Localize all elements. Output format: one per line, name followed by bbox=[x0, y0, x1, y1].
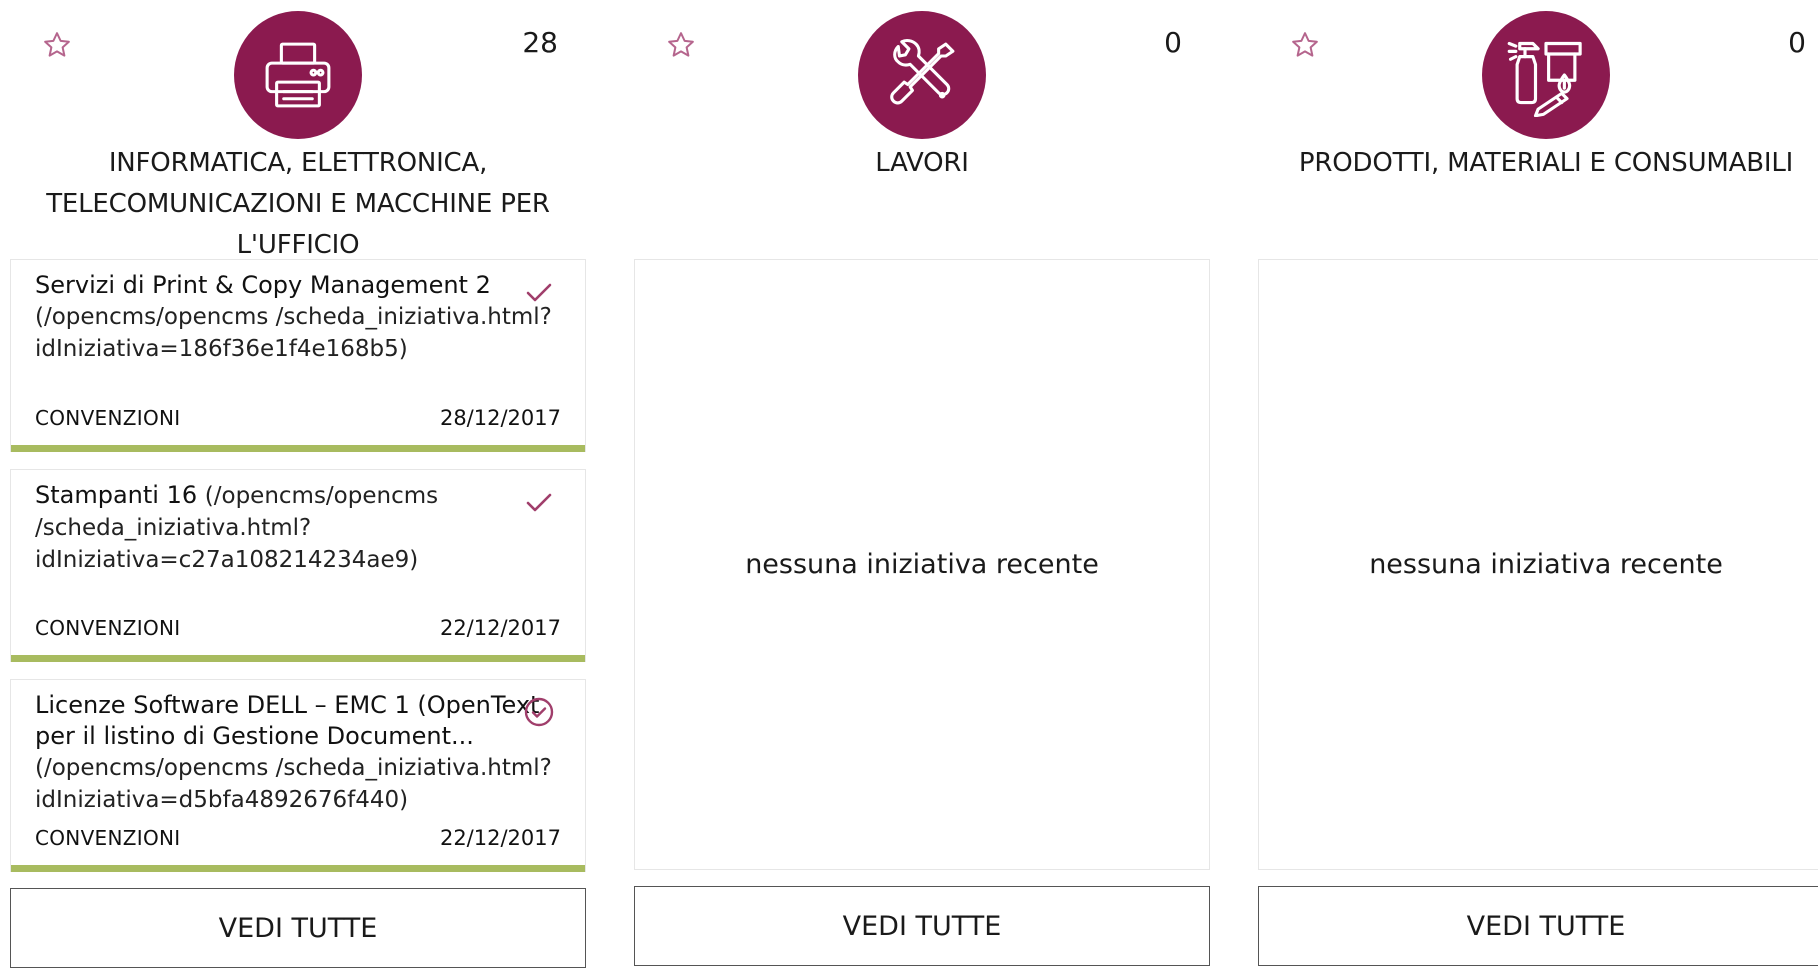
category-column-informatica: 28 INFORMATICA, ELETTRONICA, TELECOMUNIC… bbox=[10, 0, 586, 968]
check-icon bbox=[526, 493, 552, 512]
initiative-card[interactable]: Licenze Software DELL – EMC 1 (OpenText … bbox=[10, 679, 586, 872]
view-all-button[interactable]: VEDI TUTTE bbox=[634, 886, 1210, 966]
card-accent-bar bbox=[11, 445, 585, 452]
initiative-count: 28 bbox=[522, 26, 558, 59]
initiative-title[interactable]: Licenze Software DELL – EMC 1 (OpenText … bbox=[35, 690, 555, 816]
card-accent-bar bbox=[11, 865, 585, 872]
initiative-type: CONVENZIONI bbox=[35, 616, 181, 640]
initiative-date: 22/12/2017 bbox=[439, 826, 561, 850]
cleaning-supplies-icon bbox=[1507, 41, 1582, 117]
tools-icon bbox=[890, 38, 955, 105]
initiative-name: Stampanti 16 bbox=[35, 481, 198, 509]
card-accent-bar bbox=[11, 655, 585, 662]
check-circle-icon bbox=[524, 697, 554, 727]
empty-state-text: nessuna iniziativa recente bbox=[745, 549, 1099, 580]
initiative-link[interactable]: (/opencms/opencms /scheda_iniziativa.htm… bbox=[35, 755, 552, 813]
view-all-button[interactable]: VEDI TUTTE bbox=[10, 888, 586, 968]
initiative-name: Licenze Software DELL – EMC 1 (OpenText … bbox=[35, 691, 540, 750]
initiative-count: 0 bbox=[1788, 26, 1806, 59]
initiative-list: Servizi di Print & Copy Management 2 (/o… bbox=[10, 259, 586, 889]
category-column-lavori: 0 LAVORI nessuna iniziativa recente VEDI… bbox=[634, 0, 1210, 966]
initiative-name: Servizi di Print & Copy Management 2 bbox=[35, 271, 491, 299]
category-title: LAVORI bbox=[875, 148, 969, 178]
empty-state: nessuna iniziativa recente bbox=[1258, 259, 1818, 870]
initiative-type: CONVENZIONI bbox=[35, 826, 181, 850]
category-icon-badge bbox=[858, 11, 986, 139]
initiative-type: CONVENZIONI bbox=[35, 406, 181, 430]
category-icon-badge bbox=[234, 11, 362, 139]
view-all-button[interactable]: VEDI TUTTE bbox=[1258, 886, 1818, 966]
initiative-count: 0 bbox=[1164, 26, 1182, 59]
category-column-prodotti: 0 PRODOTTI, MATERIALI E CONSUMABILI ness… bbox=[1258, 0, 1818, 966]
check-icon bbox=[526, 283, 552, 302]
star-icon[interactable] bbox=[666, 30, 696, 60]
initiative-card[interactable]: Stampanti 16 (/opencms/opencms /scheda_i… bbox=[10, 469, 586, 662]
printer-icon bbox=[265, 42, 331, 108]
category-title: PRODOTTI, MATERIALI E CONSUMABILI bbox=[1298, 148, 1794, 178]
initiative-card[interactable]: Servizi di Print & Copy Management 2 (/o… bbox=[10, 259, 586, 452]
star-icon[interactable] bbox=[42, 30, 72, 60]
initiative-title[interactable]: Stampanti 16 (/opencms/opencms /scheda_i… bbox=[35, 480, 555, 576]
initiative-title[interactable]: Servizi di Print & Copy Management 2 (/o… bbox=[35, 270, 555, 365]
category-title: INFORMATICA, ELETTRONICA, TELECOMUNICAZI… bbox=[46, 148, 550, 260]
star-icon[interactable] bbox=[1290, 30, 1320, 60]
initiative-date: 28/12/2017 bbox=[439, 406, 561, 430]
initiative-link[interactable]: (/opencms/opencms /scheda_iniziativa.htm… bbox=[35, 304, 552, 362]
empty-state: nessuna iniziativa recente bbox=[634, 259, 1210, 870]
empty-state-text: nessuna iniziativa recente bbox=[1369, 549, 1723, 580]
initiative-date: 22/12/2017 bbox=[439, 616, 561, 640]
category-icon-badge bbox=[1482, 11, 1610, 139]
